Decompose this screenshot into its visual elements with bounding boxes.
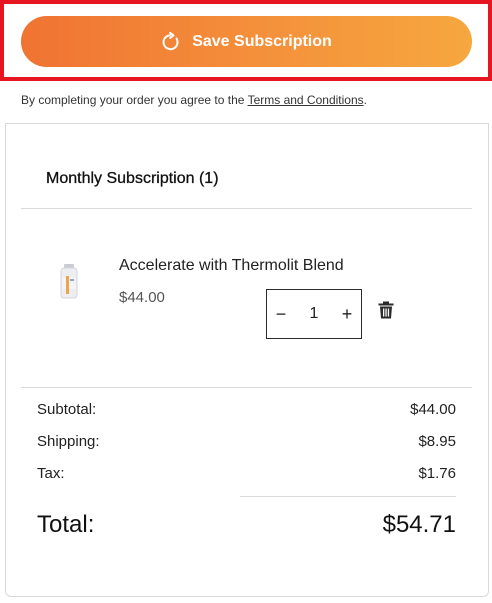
terms-text: By completing your order you agree to th… bbox=[21, 93, 367, 107]
divider bbox=[21, 387, 472, 388]
product-price: $44.00 bbox=[119, 289, 165, 306]
subtotal-value: $44.00 bbox=[410, 401, 456, 418]
terms-suffix: . bbox=[363, 93, 367, 107]
tax-label: Tax: bbox=[37, 465, 65, 482]
subtotal-label: Subtotal: bbox=[37, 401, 97, 418]
save-subscription-label: Save Subscription bbox=[192, 32, 332, 50]
quantity-value[interactable]: 1 bbox=[295, 305, 333, 323]
terms-prefix: By completing your order you agree to th… bbox=[21, 93, 248, 107]
tax-value: $1.76 bbox=[418, 465, 456, 482]
quantity-stepper: − 1 + bbox=[266, 289, 362, 339]
divider bbox=[21, 208, 472, 209]
shipping-value: $8.95 bbox=[418, 433, 456, 450]
divider bbox=[240, 496, 456, 497]
refresh-icon bbox=[161, 31, 181, 52]
save-subscription-button[interactable]: Save Subscription bbox=[21, 16, 472, 67]
total-value: $54.71 bbox=[382, 511, 456, 538]
subscription-title: Monthly Subscription (1) bbox=[46, 170, 219, 187]
total-label: Total: bbox=[37, 511, 95, 538]
shipping-label: Shipping: bbox=[37, 433, 100, 450]
trash-icon[interactable] bbox=[378, 301, 394, 319]
increment-button[interactable]: + bbox=[333, 290, 361, 338]
product-image bbox=[54, 262, 84, 302]
product-name[interactable]: Accelerate with Thermolit Blend bbox=[119, 257, 344, 275]
terms-link[interactable]: Terms and Conditions bbox=[248, 93, 364, 107]
decrement-button[interactable]: − bbox=[267, 290, 295, 338]
